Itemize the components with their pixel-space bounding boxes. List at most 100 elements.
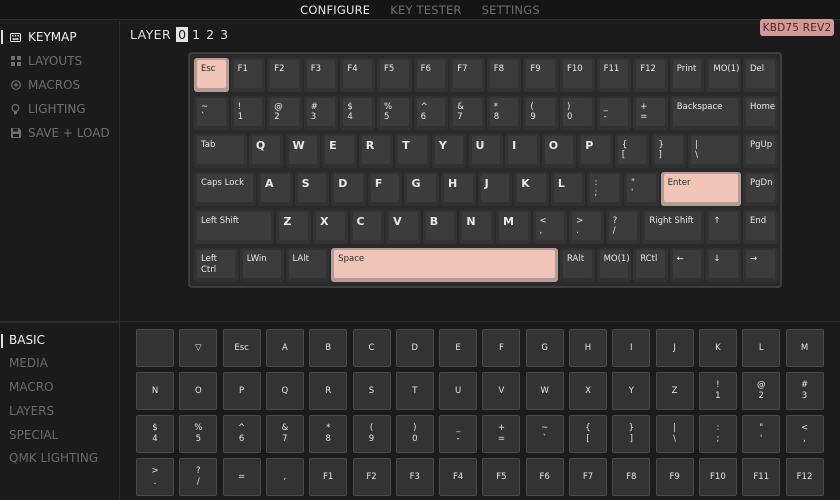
tab-configure[interactable]: CONFIGURE <box>300 3 370 17</box>
key[interactable]: _ - <box>596 96 632 130</box>
category-special[interactable]: SPECIAL <box>9 428 58 442</box>
keycode-button[interactable]: Y <box>612 372 651 410</box>
key[interactable]: S <box>294 172 330 206</box>
key[interactable]: LWin <box>239 248 284 282</box>
key[interactable]: F9 <box>523 58 558 92</box>
keycode-button[interactable]: ! 1 <box>698 372 737 410</box>
key[interactable]: C <box>349 210 385 244</box>
keycode-button[interactable]: K <box>698 329 737 367</box>
keycode-button[interactable]: _ - <box>439 415 478 453</box>
keycode-button[interactable]: * 8 <box>309 415 348 453</box>
keycode-button[interactable]: W <box>525 372 564 410</box>
sidebar-item-keymap[interactable]: KEYMAP <box>0 27 77 47</box>
keycode-button[interactable]: F8 <box>612 458 651 496</box>
keycode-button[interactable]: T <box>395 372 434 410</box>
layer-0-button[interactable]: 0 <box>176 27 189 42</box>
keycode-button[interactable]: $4 <box>136 415 174 453</box>
keycode-button[interactable]: F12 <box>785 458 824 496</box>
keycode-button[interactable]: (9 <box>352 415 391 453</box>
key[interactable]: (9 <box>523 96 558 130</box>
key[interactable]: ~ ` <box>194 96 229 130</box>
key[interactable]: J <box>477 172 513 206</box>
keycode-button[interactable]: U <box>439 372 478 410</box>
key[interactable]: V <box>386 210 421 244</box>
key[interactable]: Left Ctrl <box>194 248 238 282</box>
key[interactable]: F3 <box>303 58 339 92</box>
key[interactable]: F7 <box>450 58 485 92</box>
key[interactable]: Z <box>276 210 311 244</box>
sidebar-item-save-load[interactable]: SAVE + LOAD <box>0 123 110 143</box>
keycode-button[interactable]: F7 <box>569 458 607 496</box>
key[interactable]: Esc <box>194 58 229 92</box>
key[interactable]: + = <box>633 96 668 130</box>
keycode-button[interactable]: F5 <box>482 458 521 496</box>
key[interactable]: F12 <box>633 58 668 92</box>
keycode-button[interactable]: ) 0 <box>395 415 434 453</box>
key[interactable]: ↓ <box>706 248 741 282</box>
keycode-button[interactable]: & 7 <box>265 415 304 453</box>
keycode-button[interactable]: M <box>785 329 824 367</box>
keycode-button[interactable]: I <box>612 329 651 367</box>
key[interactable]: }] <box>651 134 687 168</box>
key[interactable]: Left Shift <box>194 210 275 244</box>
layer-2-button[interactable]: 2 <box>204 27 216 42</box>
tab-key-tester[interactable]: KEY TESTER <box>390 3 461 17</box>
keycode-button[interactable]: F4 <box>439 458 478 496</box>
key[interactable]: B <box>422 210 458 244</box>
key[interactable]: H <box>441 172 476 206</box>
keycode-button[interactable]: F9 <box>655 458 694 496</box>
keycode-button[interactable]: V <box>482 372 521 410</box>
key[interactable]: A <box>258 172 293 206</box>
key[interactable]: % 5 <box>377 96 412 130</box>
key[interactable]: RAlt <box>560 248 595 282</box>
layer-1-button[interactable]: 1 <box>190 27 202 42</box>
keycode-button[interactable]: F3 <box>395 458 434 496</box>
key[interactable]: T <box>395 134 430 168</box>
key[interactable]: Enter <box>660 172 741 206</box>
keycode-button[interactable]: >. <box>136 458 174 496</box>
key[interactable]: Del <box>743 58 778 92</box>
key[interactable]: D <box>331 172 366 206</box>
key[interactable]: F4 <box>340 58 375 92</box>
keycode-button[interactable]: ▽ <box>179 329 218 367</box>
keycode-button[interactable]: N <box>136 372 174 410</box>
sidebar-item-layouts[interactable]: LAYOUTS <box>0 51 82 71</box>
key[interactable]: $4 <box>340 96 375 130</box>
keycode-button[interactable]: + = <box>482 415 521 453</box>
key[interactable]: F2 <box>267 58 302 92</box>
keycode-button[interactable]: #3 <box>785 372 824 410</box>
key[interactable]: R <box>358 134 394 168</box>
category-macro[interactable]: MACRO <box>9 380 54 394</box>
key[interactable]: G <box>404 172 440 206</box>
key[interactable]: MO(1) <box>596 248 632 282</box>
keycode-button[interactable]: ? / <box>179 458 218 496</box>
keycode-button[interactable]: O <box>179 372 218 410</box>
key[interactable]: F1 <box>230 58 266 92</box>
key[interactable]: :; <box>587 172 623 206</box>
key[interactable]: F11 <box>596 58 632 92</box>
key[interactable]: Right Shift <box>642 210 705 244</box>
keycode-button[interactable]: F6 <box>525 458 564 496</box>
key[interactable]: F10 <box>560 58 595 92</box>
keycode-button[interactable]: D <box>395 329 434 367</box>
keycode-button[interactable]: @2 <box>742 372 781 410</box>
key[interactable]: F8 <box>486 58 522 92</box>
keycode-button[interactable]: :; <box>698 415 737 453</box>
keycode-button[interactable]: F10 <box>698 458 737 496</box>
category-layers[interactable]: LAYERS <box>9 404 54 418</box>
key[interactable]: M <box>495 210 531 244</box>
category-media[interactable]: MEDIA <box>9 356 48 370</box>
key[interactable]: F <box>367 172 403 206</box>
keycode-button[interactable]: E <box>439 329 478 367</box>
keycode-button[interactable]: S <box>352 372 391 410</box>
keycode-button[interactable]: F2 <box>352 458 391 496</box>
key[interactable]: ← <box>669 248 705 282</box>
keycode-button[interactable] <box>136 329 174 367</box>
keycode-button[interactable]: B <box>309 329 348 367</box>
key[interactable]: ^ 6 <box>413 96 449 130</box>
key[interactable]: & 7 <box>450 96 485 130</box>
keycode-button[interactable]: X <box>569 372 607 410</box>
keycode-button[interactable]: G <box>525 329 564 367</box>
key[interactable]: ! 1 <box>230 96 266 130</box>
key[interactable]: PgDn <box>743 172 778 206</box>
